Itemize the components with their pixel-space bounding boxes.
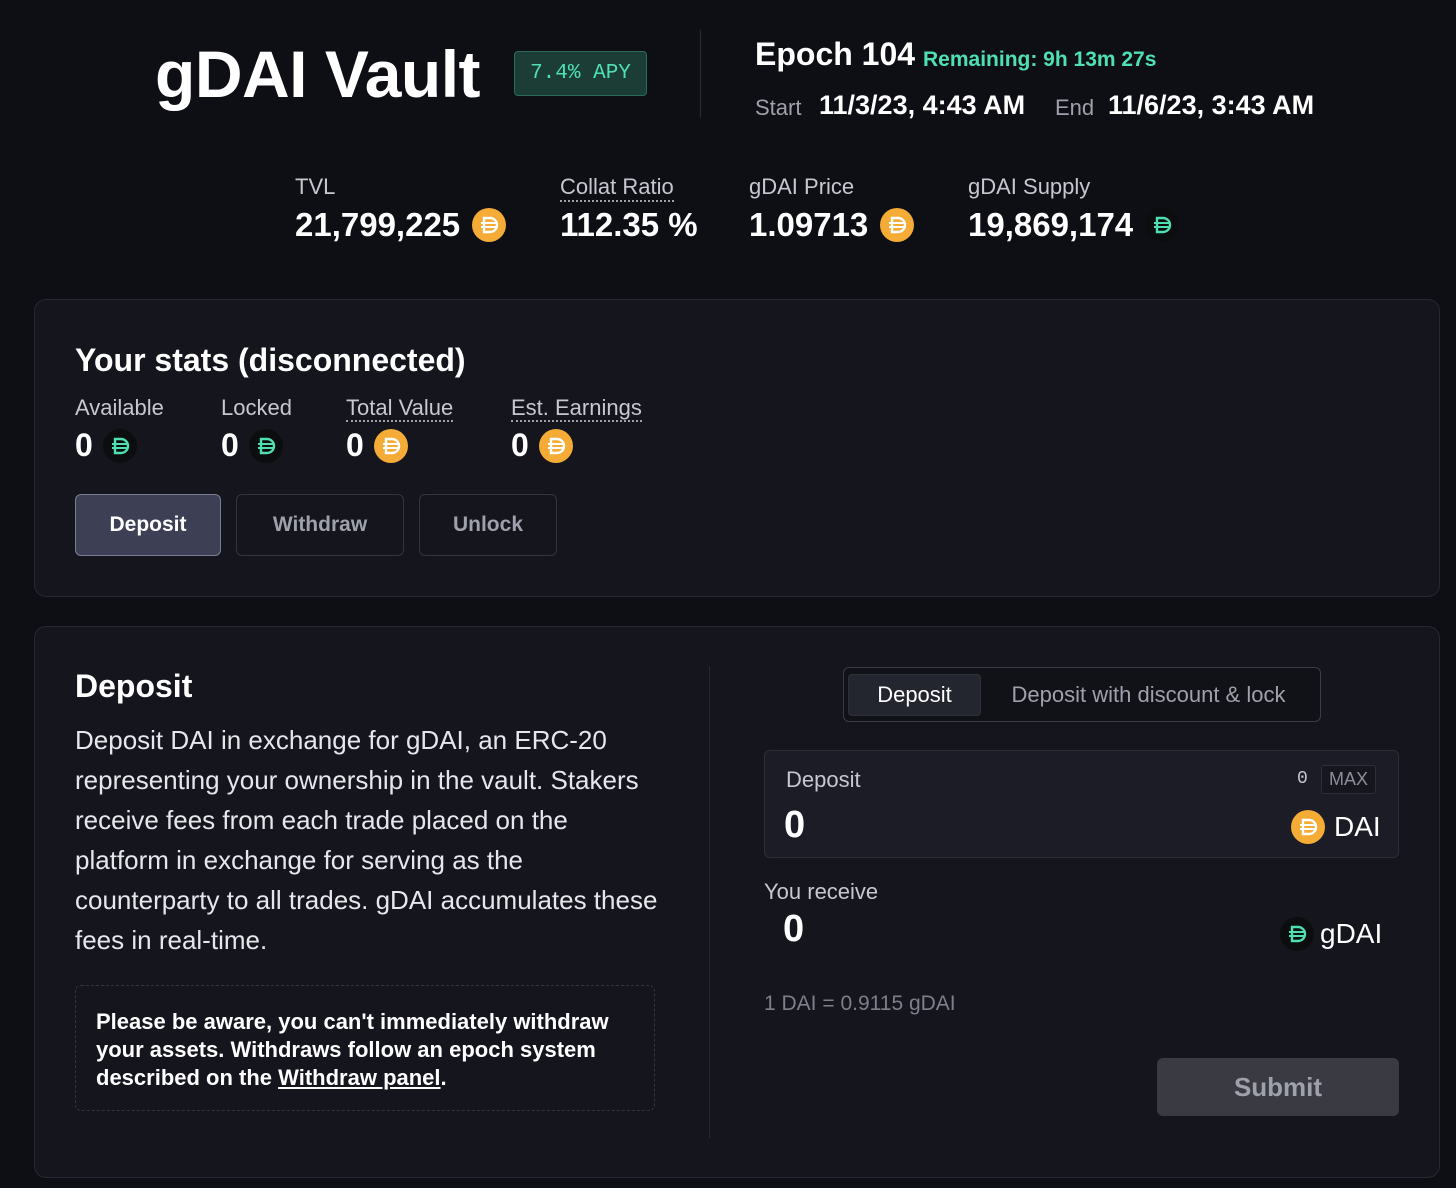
epoch-title: Epoch 104: [755, 36, 916, 72]
deposit-input-label: Deposit: [786, 767, 861, 792]
deposit-token-label: DAI: [1334, 811, 1381, 842]
page-title: gDAI Vault: [155, 37, 481, 111]
gdai-coin-icon: [102, 428, 137, 463]
receive-amount: 0: [783, 908, 805, 950]
panel-divider: [709, 666, 710, 1138]
est-earnings-label[interactable]: Est. Earnings: [511, 395, 642, 422]
dai-coin-icon: [472, 208, 507, 242]
epoch-remaining: Remaining: 9h 13m 27s: [923, 48, 1157, 71]
exchange-rate: 1 DAI = 0.9115 gDAI: [764, 992, 956, 1015]
apy-badge: 7.4% APY: [514, 51, 647, 96]
est-earnings-stat: Est. Earnings 0: [511, 395, 642, 464]
end-value: 11/6/23, 3:43 AM: [1108, 90, 1315, 120]
locked-value: 0: [221, 427, 239, 463]
gdai-supply-stat: gDAI Supply 19,869,174: [968, 174, 1180, 244]
receive-token-label: gDAI: [1320, 918, 1383, 949]
mode-tab-deposit-lock[interactable]: Deposit with discount & lock: [981, 674, 1316, 716]
withdraw-notice: Please be aware, you can't immediately w…: [75, 985, 655, 1111]
deposit-description: Deposit DAI in exchange for gDAI, an ERC…: [75, 725, 658, 955]
gdai-price-label: gDAI Price: [749, 174, 855, 199]
collat-ratio-value: 112.35 %: [560, 206, 698, 243]
start-value: 11/3/23, 4:43 AM: [819, 90, 1026, 120]
total-value-stat: Total Value 0: [346, 395, 454, 464]
available-stat: Available 0: [75, 395, 164, 464]
collat-ratio-label[interactable]: Collat Ratio: [560, 174, 674, 202]
tab-unlock[interactable]: Unlock: [419, 494, 557, 556]
total-value-label[interactable]: Total Value: [346, 395, 454, 422]
total-value-value: 0: [346, 427, 364, 463]
mode-tab-deposit[interactable]: Deposit: [848, 673, 981, 716]
deposit-token[interactable]: DAI: [1291, 810, 1381, 844]
receive-label: You receive: [764, 879, 879, 904]
gdai-price-stat: gDAI Price 1.09713: [749, 174, 915, 244]
receive-token: gDAI: [1280, 917, 1382, 951]
est-earnings-value: 0: [511, 427, 529, 463]
available-label: Available: [75, 395, 164, 420]
tvl-label: TVL: [295, 174, 336, 199]
your-stats-title: Your stats (disconnected): [75, 342, 466, 378]
gdai-coin-icon: [248, 428, 283, 463]
deposit-balance: 0: [1297, 769, 1308, 789]
gdai-coin-icon: [1280, 917, 1314, 951]
deposit-amount-input[interactable]: 0: [784, 804, 805, 847]
gdai-coin-icon: [1145, 208, 1180, 242]
submit-button[interactable]: Submit: [1157, 1058, 1399, 1116]
start-label: Start: [755, 95, 802, 120]
gdai-supply-value: 19,869,174: [968, 206, 1134, 243]
dai-coin-icon: [880, 208, 915, 242]
tvl-value: 21,799,225: [295, 206, 461, 243]
tab-withdraw[interactable]: Withdraw: [236, 494, 404, 556]
tvl-stat: TVL 21,799,225: [295, 174, 507, 244]
collat-ratio-stat: Collat Ratio 112.35 %: [560, 174, 698, 244]
header-divider: [700, 30, 701, 118]
dai-coin-icon: [1291, 810, 1325, 844]
dai-coin-icon: [373, 428, 408, 463]
tab-deposit[interactable]: Deposit: [75, 494, 221, 556]
gdai-supply-label: gDAI Supply: [968, 174, 1091, 199]
gdai-price-value: 1.09713: [749, 206, 869, 243]
max-button[interactable]: MAX: [1321, 765, 1377, 794]
available-value: 0: [75, 427, 93, 463]
end-label: End: [1055, 95, 1095, 120]
notice-end: .: [440, 1065, 447, 1090]
locked-stat: Locked 0: [221, 395, 292, 464]
withdraw-panel-link[interactable]: Withdraw panel: [278, 1065, 440, 1090]
locked-label: Locked: [221, 395, 292, 420]
deposit-mode-tabs: Deposit Deposit with discount & lock: [843, 667, 1321, 722]
dai-coin-icon: [538, 428, 573, 463]
deposit-title: Deposit: [75, 668, 193, 704]
